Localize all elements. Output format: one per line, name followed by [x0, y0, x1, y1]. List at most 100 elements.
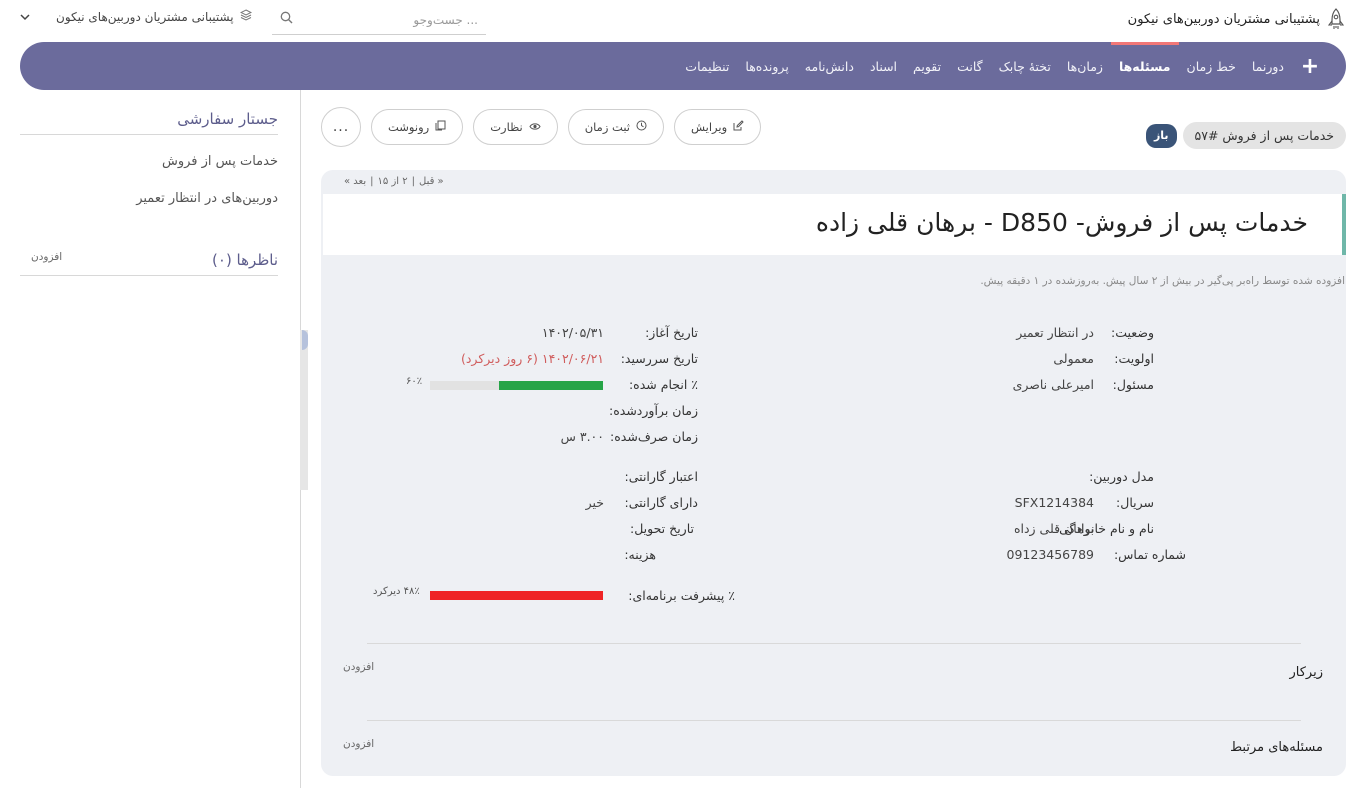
priority-value: معمولی [1053, 351, 1094, 366]
more-label: ... [332, 119, 350, 135]
warranty-credit-label: اعتبار گارانتی: [624, 469, 698, 484]
nav-calendar[interactable]: تقویم [905, 42, 949, 90]
copy-icon [435, 120, 446, 134]
camera-model-label: مدل دوربین: [1089, 469, 1154, 484]
issue-meta: افزوده شده توسط راه‌بر پی‌گیر در بیش از … [980, 275, 1345, 287]
issue-card [321, 170, 1346, 776]
search-icon [280, 11, 293, 28]
search-input[interactable] [299, 12, 478, 27]
add-subtask-link[interactable]: افزودن [343, 661, 374, 673]
clock-icon [636, 120, 647, 134]
watchers-heading: ناظرها (۰) [212, 251, 278, 269]
status-value: در انتظار تعمیر [1016, 325, 1094, 340]
pager-position: ۲ از ۱۵ [377, 176, 408, 187]
search-box[interactable] [272, 5, 486, 35]
app-title: پشتیبانی مشتریان دوربین‌های نیکون [1127, 11, 1320, 27]
sidebar-collapse-handle[interactable] [302, 330, 308, 350]
watchers-divider [20, 275, 278, 276]
delivery-date-label: تاریخ تحویل: [629, 521, 694, 536]
layers-icon [239, 9, 252, 25]
schedule-progress-fill [430, 591, 603, 600]
done-ratio-text: ۶۰٪ [406, 376, 423, 387]
pager-separator: | [411, 176, 415, 187]
nav-documents[interactable]: اسناد [862, 42, 905, 90]
subtasks-divider [367, 643, 1301, 644]
watch-label: نظارت [490, 120, 523, 134]
nav-issues[interactable]: مسئله‌ها [1110, 42, 1179, 90]
schedule-progress-label: ٪ پیشرفت برنامه‌ای: [628, 588, 735, 603]
custom-queries-heading: جستار سفارشی [177, 110, 278, 128]
status-badge: باز [1145, 123, 1177, 148]
cost-label: هزینه: [624, 547, 656, 562]
start-date-label: تاریخ آغاز: [645, 325, 698, 340]
estimated-time-label: زمان برآوردشده: [609, 403, 698, 418]
log-time-label: ثبت زمان [584, 120, 630, 134]
nav-spent-time[interactable]: زمان‌ها [1059, 42, 1111, 90]
nav-settings[interactable]: تنظیمات [677, 42, 737, 90]
chevron-down-icon [20, 10, 30, 25]
issue-type-badge: خدمات پس از فروش #۵۷ [1182, 122, 1346, 149]
app-brand[interactable]: پشتیبانی مشتریان دوربین‌های نیکون [1128, 8, 1344, 30]
related-issues-title: مسئله‌های مرتبط [1230, 740, 1323, 755]
assignee-value[interactable]: امیرعلی ناصری [1013, 377, 1094, 392]
done-ratio-bar [430, 381, 603, 390]
phone-value: 09123456789 [1006, 547, 1094, 562]
issue-actions: ... رونوشت نظارت ثبت زمان ویرایش [321, 107, 762, 147]
serial-label: سریال: [1116, 495, 1154, 510]
copy-label: رونوشت [388, 120, 430, 134]
edit-button[interactable]: ویرایش [674, 109, 762, 145]
nav-wiki[interactable]: دانش‌نامه [797, 42, 862, 90]
sidebar: جستار سفارشی خدمات پس از فروش دوربین‌های… [20, 100, 306, 788]
phone-label: شماره تماس: [1113, 547, 1186, 562]
copy-button[interactable]: رونوشت [371, 109, 464, 145]
new-item-plus-button[interactable]: + [1292, 42, 1328, 90]
query-link-awaiting-repair[interactable]: دوربین‌های در انتظار تعمیر [136, 191, 278, 206]
log-time-button[interactable]: ثبت زمان [567, 109, 664, 145]
nav-agile-board[interactable]: تختهٔ چابک [991, 42, 1059, 90]
customer-name-value: برهان قلی زداه [1013, 521, 1094, 536]
pager-separator: | [370, 176, 374, 187]
main-navigation: + دورنما خط زمان مسئله‌ها زمان‌ها تختهٔ … [20, 42, 1346, 90]
has-warranty-label: دارای گارانتی: [624, 495, 698, 510]
serial-value: SFX1214384 [1014, 495, 1094, 510]
rocket-icon [1328, 8, 1344, 30]
issue-identifier: خدمات پس از فروش #۵۷ باز [1145, 122, 1346, 149]
spent-time-value[interactable]: ۳.۰۰ س [561, 429, 604, 444]
nav-files[interactable]: پرونده‌ها [737, 42, 796, 90]
schedule-progress-bar [430, 591, 603, 600]
add-related-issue-link[interactable]: افزودن [343, 738, 374, 750]
issue-pager: « قبل | ۲ از ۱۵ | بعد » [344, 176, 444, 187]
priority-label: اولویت: [1114, 351, 1154, 366]
issue-title-band: خدمات پس از فروش- D850 - برهان قلی زاده [323, 194, 1346, 255]
project-switcher[interactable]: پشتیبانی مشتریان دوربین‌های نیکون [20, 9, 252, 25]
due-date-label: تاریخ سررسید: [620, 351, 698, 366]
spent-time-label: زمان صرف‌شده: [610, 429, 698, 444]
has-warranty-value: خیر [585, 495, 604, 510]
project-label: پشتیبانی مشتریان دوربین‌های نیکون [56, 10, 234, 24]
nav-timeline[interactable]: خط زمان [1179, 42, 1244, 90]
more-actions-button[interactable]: ... [321, 107, 361, 147]
done-ratio-label: ٪ انجام شده: [628, 377, 698, 392]
edit-label: ویرایش [691, 120, 728, 134]
related-divider [367, 720, 1301, 721]
status-label: وضعیت: [1111, 325, 1154, 340]
watch-button[interactable]: نظارت [473, 109, 558, 145]
schedule-progress-text: ۴۸٪ دیرکرد [373, 586, 420, 597]
assignee-label: مسئول: [1112, 377, 1154, 392]
pager-next-link[interactable]: بعد » [344, 176, 366, 187]
top-bar: پشتیبانی مشتریان دوربین‌های نیکون پشتیبا… [0, 0, 1366, 40]
add-watcher-link[interactable]: افزودن [31, 251, 62, 263]
subtasks-title: زیرکار [1289, 665, 1324, 680]
due-date-value: ۱۴۰۲/۰۶/۲۱ (۶ روز دیرکرد) [460, 351, 604, 366]
done-ratio-fill [499, 381, 603, 390]
nav-overview[interactable]: دورنما [1244, 42, 1292, 90]
nav-gantt[interactable]: گانت [949, 42, 991, 90]
sidebar-scrollbar[interactable] [300, 330, 308, 490]
pager-prev-link[interactable]: « قبل [419, 176, 444, 187]
eye-icon [529, 120, 541, 134]
start-date-value: ۱۴۰۲/۰۵/۳۱ [541, 325, 604, 340]
edit-icon [733, 120, 744, 134]
query-link-after-sales[interactable]: خدمات پس از فروش [162, 154, 278, 169]
queries-divider [20, 134, 278, 135]
issue-title: خدمات پس از فروش- D850 - برهان قلی زاده [815, 208, 1308, 237]
